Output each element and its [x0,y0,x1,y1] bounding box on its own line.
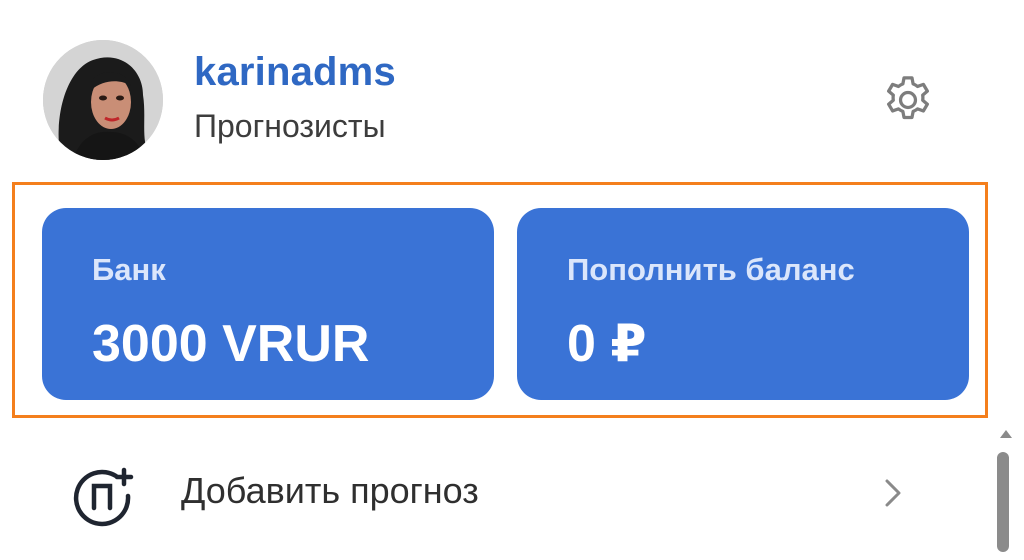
profile-header: karinadms Прогнозисты [0,0,1024,180]
username[interactable]: karinadms [194,50,396,95]
topup-balance-card[interactable]: Пополнить баланс 0 ₽ [517,208,969,400]
chevron-right-icon [880,476,906,510]
add-forecast-item[interactable]: Добавить прогноз [0,436,985,546]
user-role: Прогнозисты [194,108,386,144]
topup-value: 0 ₽ [567,315,647,373]
scrollbar-thumb[interactable] [997,452,1009,552]
avatar[interactable] [43,40,163,160]
topup-label: Пополнить баланс [567,252,855,287]
gear-icon[interactable] [880,72,936,128]
bank-card[interactable]: Банк 3000 VRUR [42,208,494,400]
scroll-up-arrow-icon[interactable] [1000,430,1012,438]
bank-value: 3000 VRUR [92,315,370,373]
bank-label: Банк [92,252,166,287]
scrollbar[interactable] [996,430,1016,560]
add-forecast-label: Добавить прогноз [181,470,479,511]
add-forecast-icon [72,464,136,528]
avatar-image [43,40,163,160]
